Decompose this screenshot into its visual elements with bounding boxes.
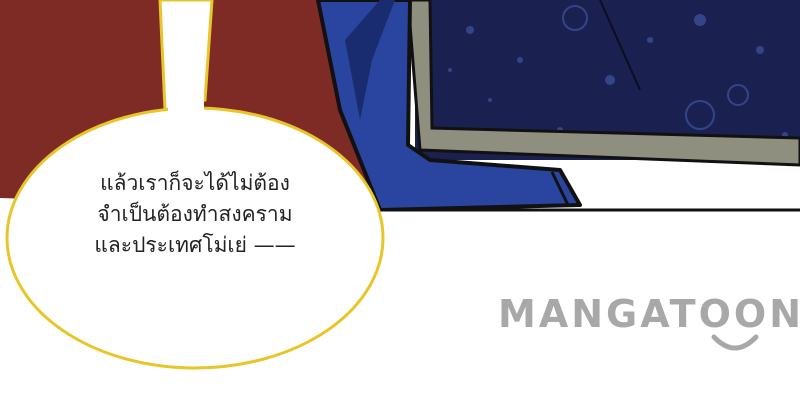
watermark-smile-icon <box>711 334 759 351</box>
speech-line-1: แล้วเราก็จะได้ไม่ต้อง <box>100 171 290 195</box>
manga-panel: แล้วเราก็จะได้ไม่ต้อง จำเป็นต้องทำสงคราม… <box>0 0 800 409</box>
speech-bubble-text: แล้วเราก็จะได้ไม่ต้อง จำเป็นต้องทำสงคราม… <box>30 168 360 261</box>
speech-line-2: จำเป็นต้องทำสงคราม <box>97 202 293 226</box>
speech-bubble-tail <box>158 0 214 112</box>
mangatoon-watermark: MANGATOON <box>498 292 800 336</box>
speech-line-3: และประเทศโม่เย่ —— <box>94 233 296 257</box>
